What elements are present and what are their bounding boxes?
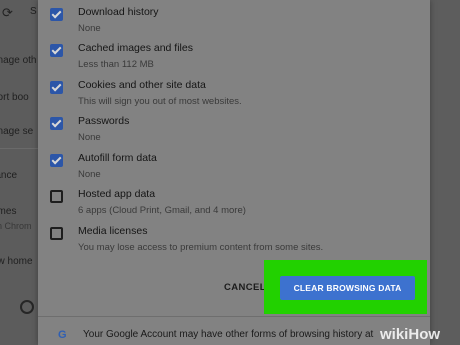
option-label: Passwords — [78, 115, 130, 127]
option-detail: None — [78, 132, 101, 143]
bg-text-7: en Chrom — [0, 221, 32, 231]
bg-text-2: anage oth — [0, 55, 37, 66]
option-label: Download history — [78, 6, 159, 18]
bg-text-4: anage se — [0, 126, 34, 137]
checkbox-icon[interactable] — [50, 227, 63, 240]
checkbox-icon[interactable] — [50, 81, 63, 94]
checkbox-icon[interactable] — [50, 190, 63, 203]
footer-divider — [38, 316, 430, 317]
option-media-licenses[interactable]: Media licenses You may lose access to pr… — [50, 223, 420, 259]
wikihow-watermark: wikiHow — [380, 326, 440, 343]
right-background — [430, 0, 460, 345]
bg-text-6: emes — [0, 206, 17, 217]
option-hosted-app-data[interactable]: Hosted app data 6 apps (Cloud Print, Gma… — [50, 186, 420, 222]
watermark-suffix: How — [408, 326, 441, 343]
google-g-icon: G — [58, 329, 67, 341]
option-cookies[interactable]: Cookies and other site data This will si… — [50, 77, 420, 113]
option-detail: You may lose access to premium content f… — [78, 242, 324, 253]
checkbox-icon[interactable] — [50, 44, 63, 57]
bg-text-8: ow home — [0, 256, 33, 267]
bg-text-3: port boo — [0, 92, 29, 103]
option-label: Cached images and files — [78, 42, 193, 54]
option-detail: 6 apps (Cloud Print, Gmail, and 4 more) — [78, 205, 246, 216]
bg-text-5: rance — [0, 170, 18, 181]
bg-divider — [0, 148, 38, 149]
google-account-notice[interactable]: Your Google Account may have other forms… — [83, 329, 373, 340]
bg-text-1: S — [30, 6, 37, 17]
watermark-prefix: wiki — [380, 326, 409, 343]
option-passwords[interactable]: Passwords None — [50, 113, 420, 149]
checkbox-icon[interactable] — [50, 117, 63, 130]
option-detail: Less than 112 MB — [78, 59, 154, 70]
option-label: Cookies and other site data — [78, 79, 206, 91]
option-detail: None — [78, 23, 101, 34]
option-label: Media licenses — [78, 225, 148, 237]
checkbox-icon[interactable] — [50, 154, 63, 167]
radio-button[interactable] — [20, 300, 34, 314]
option-cached-images[interactable]: Cached images and files Less than 112 MB — [50, 40, 420, 76]
option-label: Hosted app data — [78, 188, 156, 200]
option-detail: This will sign you out of most websites. — [78, 96, 242, 107]
cancel-button[interactable]: CANCEL — [224, 282, 266, 293]
option-download-history[interactable]: Download history None — [50, 4, 420, 40]
clear-browsing-data-button[interactable]: CLEAR BROWSING DATA — [280, 276, 415, 300]
checkbox-icon[interactable] — [50, 8, 63, 21]
option-autofill[interactable]: Autofill form data None — [50, 150, 420, 186]
option-detail: None — [78, 169, 101, 180]
sync-icon: ⟳ — [2, 5, 13, 20]
option-label: Autofill form data — [78, 152, 157, 164]
